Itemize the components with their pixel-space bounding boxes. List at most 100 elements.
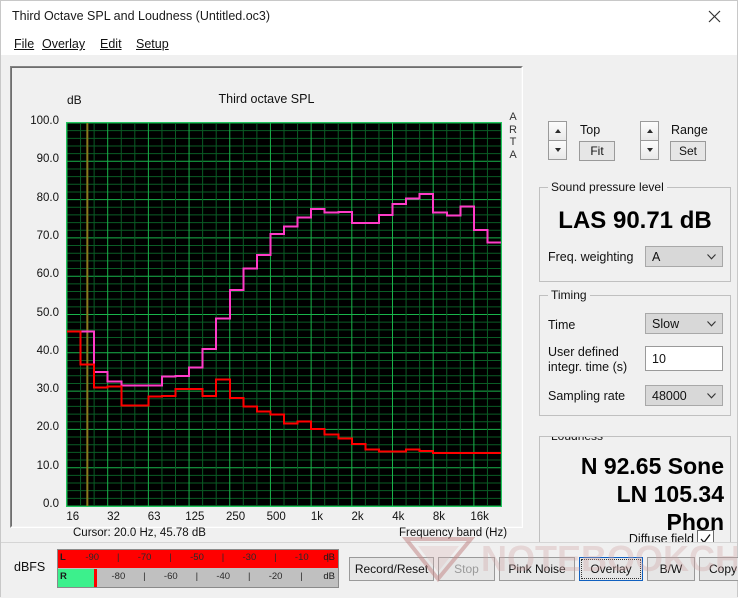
chevron-down-icon [554,148,561,152]
dbfs-meter-tick-label: -10 [294,552,309,563]
menu-file-label: File [14,37,35,51]
integration-time-label-line1: User defined [548,345,619,359]
x-tick-label: 4k [392,511,405,523]
x-tick-label: 500 [266,511,286,523]
chevron-up-icon [554,129,561,133]
y-tick-label: 20.0 [36,421,59,434]
y-tick-label: 100.0 [30,115,59,127]
spl-value: LAS 90.71 dB [558,207,712,234]
loudness-group-title: Loudness [548,437,607,443]
x-tick-label: 16k [470,511,489,523]
dbfs-meter-tick-label: -50 [190,552,204,563]
bottom-bar: dBFS -90 | -70 | -50 | -30 | -10 | L dB -80 | -60 | -… [1,542,738,598]
freq-weighting-label: Freq. weighting [548,250,634,264]
dbfs-meter-tick-label: -90 [85,552,100,563]
menu-overlay[interactable]: Overlay [38,36,89,52]
top-spinner[interactable] [548,121,567,161]
loudness-sone-value: N 92.65 Sone [580,453,724,479]
dbfs-meter-tick-mark: | [195,571,199,582]
chevron-down-icon [700,392,722,399]
pink-noise-button[interactable]: Pink Noise [499,557,575,581]
freq-weighting-value: A [652,249,661,264]
x-tick-label: 250 [225,511,246,523]
dbfs-meter-right-scale: -80 | -60 | -40 | -20 | [58,569,338,587]
stop-button[interactable]: Stop [438,557,495,581]
top-spinner-down[interactable] [548,140,567,160]
arta-letter-r: R [509,123,517,136]
y-tick-label: 50.0 [36,306,59,319]
y-tick-label: 0.0 [43,498,59,510]
y-tick-label: 30.0 [36,383,59,396]
y-tick-label: 10.0 [36,459,59,472]
dbfs-meter-tick-label: -40 [216,571,231,582]
set-button[interactable]: Set [670,141,706,161]
y-tick-label: 70.0 [36,229,59,242]
chart-panel: Third octave SPL dB A R T A 0.0 10.0 20.0 3… [10,66,523,539]
dbfs-meter-left-unit: dB [323,552,335,563]
x-tick-label: 16 [66,511,80,523]
chevron-down-icon [700,320,722,327]
range-spinner-down[interactable] [640,140,659,160]
y-tick-label: 90.0 [36,153,59,166]
menu-setup[interactable]: Setup [132,36,173,52]
record-reset-button[interactable]: Record/Reset [349,557,434,581]
dbfs-meter-right-unit: dB [323,571,335,582]
menu-edit-label: Edit [100,37,122,51]
time-select[interactable]: Slow [645,313,723,334]
range-spinner[interactable] [640,121,659,161]
dbfs-meter-tick-label: -20 [268,571,283,582]
dbfs-meter-tick-label: -30 [242,552,257,563]
dbfs-meter-right-channel: R [60,571,67,582]
time-value: Slow [652,316,680,331]
chevron-down-icon [700,253,722,260]
dbfs-meter-tick-mark: | [274,552,277,563]
dbfs-meter-left-row: -90 | -70 | -50 | -30 | -10 | L dB [58,550,338,568]
copy-button[interactable]: Copy [699,557,738,581]
integration-time-input[interactable]: 10 [645,346,723,371]
x-tick-label: 63 [147,511,161,523]
chart-unit-label: dB [67,93,82,107]
x-axis-title: Frequency band (Hz) [399,527,508,539]
spl-group: Sound pressure level LAS 90.71 dB Freq. … [539,180,731,282]
chevron-up-icon [646,129,653,133]
dbfs-meter-tick-mark: | [143,571,146,582]
dbfs-meter-right-peak [94,569,98,587]
dbfs-meter-tick-mark: | [247,571,251,582]
sampling-rate-value: 48000 [652,388,687,403]
dbfs-meter-tick-label: -80 [111,571,126,582]
time-label: Time [548,318,576,332]
dbfs-meter-tick-label: -60 [163,571,178,582]
fit-button[interactable]: Fit [579,141,615,161]
title-bar: Third Octave SPL and Loudness (Untitled.… [1,1,737,32]
x-tick-label: 1k [310,511,323,523]
dbfs-meter-right-row: -80 | -60 | -40 | -20 | R dB [58,569,338,587]
cursor-readout: Cursor: 20.0 Hz, 45.78 dB [73,527,206,539]
freq-weighting-select[interactable]: A [645,246,723,267]
x-tick-label: 125 [185,511,205,523]
menu-overlay-label: Overlay [42,37,86,51]
bw-button[interactable]: B/W [647,557,695,581]
spl-group-title: Sound pressure level [548,180,667,194]
close-glyph [708,10,721,23]
plot-area[interactable] [66,122,502,507]
window-title: Third Octave SPL and Loudness (Untitled.… [12,9,271,23]
menu-file[interactable]: File [10,36,38,52]
timing-group: Timing Time Slow User defined integr. ti… [539,288,731,416]
overlay-button[interactable]: Overlay [579,557,643,581]
dbfs-meter-tick-mark: | [116,552,120,563]
range-spinner-up[interactable] [640,121,659,141]
menu-edit[interactable]: Edit [96,36,126,52]
dbfs-meter-tick-mark: | [169,552,172,563]
dbfs-meter-tick-mark: | [221,552,225,563]
dbfs-meter-left-scale: -90 | -70 | -50 | -30 | -10 | [58,550,338,568]
top-spinner-up[interactable] [548,121,567,141]
integration-time-label-line2: integr. time (s) [548,360,628,374]
sampling-rate-select[interactable]: 48000 [645,385,723,406]
right-controls: Top Fit Range Set Sound pressure level L… [534,109,737,596]
menu-setup-label: Setup [136,37,169,51]
chart-title: Third octave SPL [218,92,315,106]
timing-group-title: Timing [548,288,590,302]
main-body: Third octave SPL dB A R T A 0.0 10.0 20.0 3… [1,55,737,596]
arta-letter-a1: A [509,111,517,123]
close-icon[interactable] [692,1,737,32]
